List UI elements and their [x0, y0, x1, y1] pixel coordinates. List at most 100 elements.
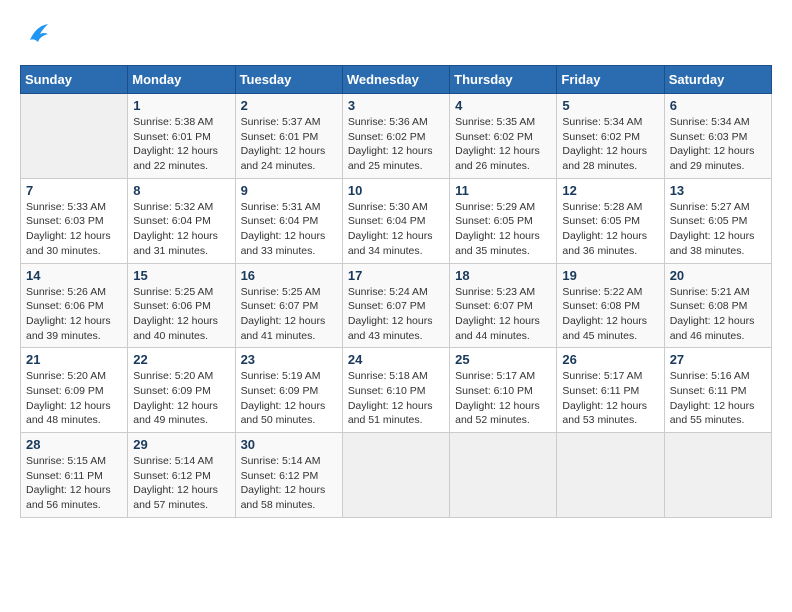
day-number: 23 — [241, 352, 337, 367]
day-number: 19 — [562, 268, 658, 283]
day-number: 14 — [26, 268, 122, 283]
day-info: Sunrise: 5:27 AM Sunset: 6:05 PM Dayligh… — [670, 200, 766, 259]
calendar-cell: 22 Sunrise: 5:20 AM Sunset: 6:09 PM Dayli… — [128, 348, 235, 433]
day-number: 5 — [562, 98, 658, 113]
day-number: 4 — [455, 98, 551, 113]
day-info: Sunrise: 5:25 AM Sunset: 6:06 PM Dayligh… — [133, 285, 229, 344]
calendar-cell: 23 Sunrise: 5:19 AM Sunset: 6:09 PM Dayli… — [235, 348, 342, 433]
calendar-cell: 30 Sunrise: 5:14 AM Sunset: 6:12 PM Dayli… — [235, 433, 342, 518]
logo-bird-icon — [22, 20, 50, 55]
day-info: Sunrise: 5:16 AM Sunset: 6:11 PM Dayligh… — [670, 369, 766, 428]
day-number: 6 — [670, 98, 766, 113]
week-row-2: 14 Sunrise: 5:26 AM Sunset: 6:06 PM Dayli… — [21, 263, 772, 348]
day-number: 27 — [670, 352, 766, 367]
day-number: 25 — [455, 352, 551, 367]
day-info: Sunrise: 5:31 AM Sunset: 6:04 PM Dayligh… — [241, 200, 337, 259]
calendar-cell: 6Sunrise: 5:34 AM Sunset: 6:03 PM Daylig… — [664, 94, 771, 179]
day-info: Sunrise: 5:15 AM Sunset: 6:11 PM Dayligh… — [26, 454, 122, 513]
day-number: 24 — [348, 352, 444, 367]
day-info: Sunrise: 5:37 AM Sunset: 6:01 PM Dayligh… — [241, 115, 337, 174]
day-number: 11 — [455, 183, 551, 198]
calendar-cell: 14 Sunrise: 5:26 AM Sunset: 6:06 PM Dayli… — [21, 263, 128, 348]
header-tuesday: Tuesday — [235, 66, 342, 94]
day-number: 17 — [348, 268, 444, 283]
day-info: Sunrise: 5:14 AM Sunset: 6:12 PM Dayligh… — [241, 454, 337, 513]
day-number: 12 — [562, 183, 658, 198]
day-number: 2 — [241, 98, 337, 113]
day-number: 9 — [241, 183, 337, 198]
calendar-cell — [450, 433, 557, 518]
calendar-cell — [557, 433, 664, 518]
calendar-cell: 8Sunrise: 5:32 AM Sunset: 6:04 PM Daylig… — [128, 178, 235, 263]
calendar-cell: 13 Sunrise: 5:27 AM Sunset: 6:05 PM Dayli… — [664, 178, 771, 263]
header-sunday: Sunday — [21, 66, 128, 94]
day-number: 18 — [455, 268, 551, 283]
calendar-body: 1Sunrise: 5:38 AM Sunset: 6:01 PM Daylig… — [21, 94, 772, 518]
calendar-cell: 24 Sunrise: 5:18 AM Sunset: 6:10 PM Dayli… — [342, 348, 449, 433]
calendar-cell: 3Sunrise: 5:36 AM Sunset: 6:02 PM Daylig… — [342, 94, 449, 179]
calendar-cell: 10 Sunrise: 5:30 AM Sunset: 6:04 PM Dayli… — [342, 178, 449, 263]
day-info: Sunrise: 5:34 AM Sunset: 6:02 PM Dayligh… — [562, 115, 658, 174]
day-number: 10 — [348, 183, 444, 198]
calendar-cell: 28 Sunrise: 5:15 AM Sunset: 6:11 PM Dayli… — [21, 433, 128, 518]
day-info: Sunrise: 5:26 AM Sunset: 6:06 PM Dayligh… — [26, 285, 122, 344]
calendar-cell: 29 Sunrise: 5:14 AM Sunset: 6:12 PM Dayli… — [128, 433, 235, 518]
day-info: Sunrise: 5:33 AM Sunset: 6:03 PM Dayligh… — [26, 200, 122, 259]
calendar-cell: 27 Sunrise: 5:16 AM Sunset: 6:11 PM Dayli… — [664, 348, 771, 433]
calendar-cell: 7 Sunrise: 5:33 AM Sunset: 6:03 PM Daylig… — [21, 178, 128, 263]
calendar-cell — [342, 433, 449, 518]
header-wednesday: Wednesday — [342, 66, 449, 94]
day-number: 21 — [26, 352, 122, 367]
week-row-0: 1Sunrise: 5:38 AM Sunset: 6:01 PM Daylig… — [21, 94, 772, 179]
day-number: 13 — [670, 183, 766, 198]
day-number: 28 — [26, 437, 122, 452]
logo — [20, 20, 50, 55]
day-info: Sunrise: 5:17 AM Sunset: 6:11 PM Dayligh… — [562, 369, 658, 428]
calendar-header: Sunday Monday Tuesday Wednesday Thursday… — [21, 66, 772, 94]
day-number: 8 — [133, 183, 229, 198]
calendar-cell: 16 Sunrise: 5:25 AM Sunset: 6:07 PM Dayli… — [235, 263, 342, 348]
calendar-cell: 19 Sunrise: 5:22 AM Sunset: 6:08 PM Dayli… — [557, 263, 664, 348]
day-number: 16 — [241, 268, 337, 283]
day-info: Sunrise: 5:21 AM Sunset: 6:08 PM Dayligh… — [670, 285, 766, 344]
calendar-cell — [21, 94, 128, 179]
day-number: 15 — [133, 268, 229, 283]
calendar-cell: 15 Sunrise: 5:25 AM Sunset: 6:06 PM Dayli… — [128, 263, 235, 348]
calendar-cell — [664, 433, 771, 518]
calendar-cell: 1Sunrise: 5:38 AM Sunset: 6:01 PM Daylig… — [128, 94, 235, 179]
day-info: Sunrise: 5:24 AM Sunset: 6:07 PM Dayligh… — [348, 285, 444, 344]
day-number: 3 — [348, 98, 444, 113]
day-info: Sunrise: 5:20 AM Sunset: 6:09 PM Dayligh… — [26, 369, 122, 428]
calendar-cell: 2 Sunrise: 5:37 AM Sunset: 6:01 PM Daylig… — [235, 94, 342, 179]
header-row: Sunday Monday Tuesday Wednesday Thursday… — [21, 66, 772, 94]
week-row-1: 7 Sunrise: 5:33 AM Sunset: 6:03 PM Daylig… — [21, 178, 772, 263]
calendar-cell: 9 Sunrise: 5:31 AM Sunset: 6:04 PM Daylig… — [235, 178, 342, 263]
header-saturday: Saturday — [664, 66, 771, 94]
day-number: 29 — [133, 437, 229, 452]
calendar-cell: 18Sunrise: 5:23 AM Sunset: 6:07 PM Dayli… — [450, 263, 557, 348]
day-info: Sunrise: 5:22 AM Sunset: 6:08 PM Dayligh… — [562, 285, 658, 344]
day-info: Sunrise: 5:28 AM Sunset: 6:05 PM Dayligh… — [562, 200, 658, 259]
calendar-cell: 21 Sunrise: 5:20 AM Sunset: 6:09 PM Dayli… — [21, 348, 128, 433]
calendar-table: Sunday Monday Tuesday Wednesday Thursday… — [20, 65, 772, 518]
day-number: 22 — [133, 352, 229, 367]
day-info: Sunrise: 5:25 AM Sunset: 6:07 PM Dayligh… — [241, 285, 337, 344]
calendar-cell: 5 Sunrise: 5:34 AM Sunset: 6:02 PM Daylig… — [557, 94, 664, 179]
day-info: Sunrise: 5:30 AM Sunset: 6:04 PM Dayligh… — [348, 200, 444, 259]
day-info: Sunrise: 5:19 AM Sunset: 6:09 PM Dayligh… — [241, 369, 337, 428]
header-friday: Friday — [557, 66, 664, 94]
calendar-cell: 17 Sunrise: 5:24 AM Sunset: 6:07 PM Dayli… — [342, 263, 449, 348]
day-info: Sunrise: 5:17 AM Sunset: 6:10 PM Dayligh… — [455, 369, 551, 428]
day-number: 7 — [26, 183, 122, 198]
calendar-cell: 4Sunrise: 5:35 AM Sunset: 6:02 PM Daylig… — [450, 94, 557, 179]
day-number: 30 — [241, 437, 337, 452]
week-row-3: 21 Sunrise: 5:20 AM Sunset: 6:09 PM Dayli… — [21, 348, 772, 433]
day-info: Sunrise: 5:18 AM Sunset: 6:10 PM Dayligh… — [348, 369, 444, 428]
day-info: Sunrise: 5:20 AM Sunset: 6:09 PM Dayligh… — [133, 369, 229, 428]
calendar-cell: 26Sunrise: 5:17 AM Sunset: 6:11 PM Dayli… — [557, 348, 664, 433]
calendar-cell: 11Sunrise: 5:29 AM Sunset: 6:05 PM Dayli… — [450, 178, 557, 263]
day-info: Sunrise: 5:14 AM Sunset: 6:12 PM Dayligh… — [133, 454, 229, 513]
day-info: Sunrise: 5:38 AM Sunset: 6:01 PM Dayligh… — [133, 115, 229, 174]
header-monday: Monday — [128, 66, 235, 94]
day-number: 20 — [670, 268, 766, 283]
